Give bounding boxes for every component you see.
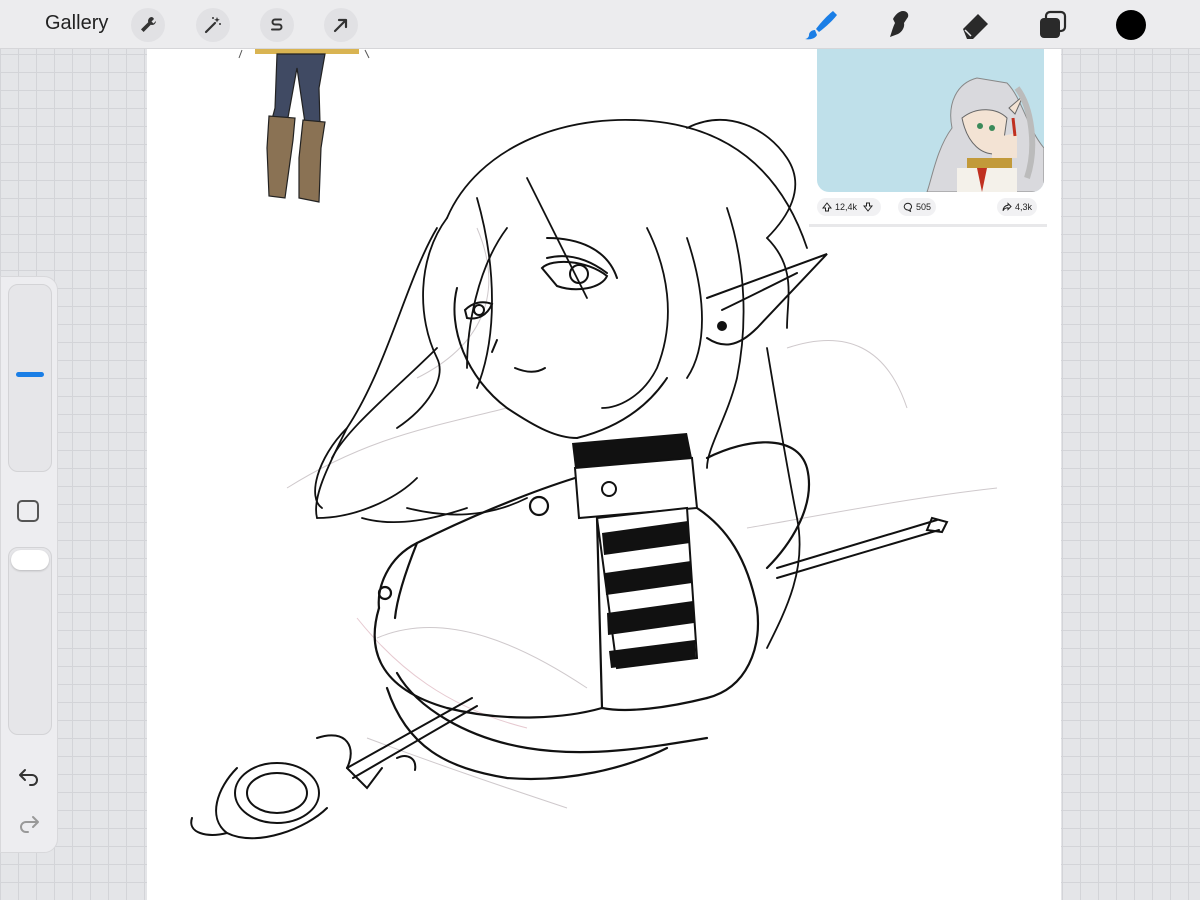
drawing-canvas[interactable]: 12,4k 505 4,3k [147, 48, 1061, 900]
brush-size-slider[interactable] [8, 284, 52, 472]
gallery-button[interactable]: Gallery [45, 12, 108, 35]
reference-illustration [926, 77, 1044, 192]
adjustments-button[interactable] [196, 8, 230, 42]
layers-button[interactable] [1035, 7, 1071, 43]
undo-button[interactable] [15, 762, 43, 790]
eraser-tool-button[interactable] [958, 7, 994, 43]
redo-button[interactable] [15, 809, 43, 837]
transform-button[interactable] [324, 8, 358, 42]
smudge-tool-button[interactable] [881, 7, 917, 43]
comment-icon [903, 202, 912, 212]
comment-count[interactable]: 505 [898, 198, 937, 216]
undo-icon [19, 769, 38, 786]
brush-icon [805, 11, 837, 40]
brush-tool-button[interactable] [802, 7, 838, 43]
color-swatch [1116, 10, 1146, 40]
share-icon [1002, 202, 1012, 212]
layers-icon [1040, 10, 1067, 38]
upvote-count[interactable]: 12,4k [817, 198, 882, 216]
actions-button[interactable] [131, 8, 165, 42]
upvote-icon [822, 202, 832, 212]
color-button[interactable] [1113, 7, 1149, 43]
downvote-icon[interactable] [863, 202, 874, 212]
modify-button[interactable] [17, 500, 39, 522]
opacity-slider[interactable] [8, 547, 52, 735]
transform-arrow-icon [333, 18, 348, 33]
collar [572, 433, 699, 520]
face-outline [453, 237, 828, 439]
striped-shirt [595, 506, 699, 670]
reference-figure-legs [238, 48, 370, 203]
redo-icon [20, 816, 39, 833]
opacity-knob[interactable] [11, 550, 49, 570]
brush-size-knob[interactable] [16, 372, 44, 377]
share-value: 4,3k [1015, 202, 1033, 212]
top-toolbar: Gallery [0, 0, 1200, 49]
staff [190, 516, 949, 840]
left-sidebar [0, 276, 58, 853]
reference-post: 12,4k 505 4,3k [809, 48, 1047, 227]
eraser-icon [963, 14, 988, 39]
comment-value: 505 [916, 202, 932, 212]
selection-button[interactable] [260, 8, 294, 42]
reference-image[interactable] [817, 48, 1044, 192]
upvote-value: 12,4k [835, 202, 858, 212]
magic-wand-icon [204, 17, 221, 34]
selection-s-icon [271, 18, 283, 31]
wrench-icon [141, 17, 156, 32]
smudge-icon [890, 11, 909, 37]
share-count[interactable]: 4,3k [997, 198, 1038, 216]
